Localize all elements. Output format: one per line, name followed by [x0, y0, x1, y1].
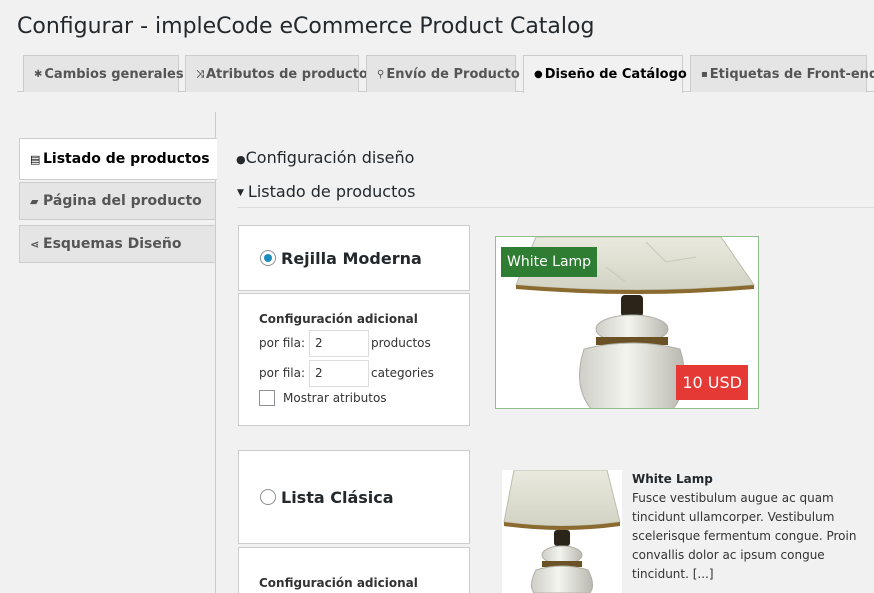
sidebar-item-product-listing[interactable]: ▤ Listado de productos — [19, 138, 217, 180]
share-icon: ⋖ — [30, 237, 40, 251]
tab-attributes[interactable]: ⤨ Atributos de producto — [185, 55, 368, 92]
show-attributes-label: Mostrar atributos — [283, 391, 387, 405]
price-badge: 10 USD — [676, 365, 748, 400]
categories-unit-label: categories — [371, 366, 434, 380]
comment-icon: ▪ — [701, 68, 708, 80]
layout-option-modern-grid[interactable]: Rejilla Moderna — [238, 225, 470, 291]
sidebar-item-product-page[interactable]: ▰ Página del producto — [19, 182, 216, 220]
layout-option-classic-list[interactable]: Lista Clásica — [238, 450, 470, 544]
list-icon: ▤ — [30, 152, 41, 166]
per-row-label: por fila: — [259, 336, 305, 350]
modern-grid-radio[interactable] — [260, 250, 276, 266]
gear-icon: ✱ — [34, 68, 43, 80]
list-product-text: White Lamp Fusce vestibulum augue ac qua… — [632, 470, 862, 584]
list-product-description: Fusce vestibulum augue ac quam tincidunt… — [632, 491, 857, 581]
per-row-label: por fila: — [259, 366, 305, 380]
modern-grid-label: Rejilla Moderna — [281, 248, 422, 268]
tab-shipping[interactable]: ⚲ Envío de Producto — [366, 55, 520, 92]
categories-per-row-input[interactable] — [309, 359, 369, 387]
classic-list-settings: Configuración adicional — [238, 547, 470, 593]
product-name-badge: White Lamp — [501, 247, 598, 277]
classic-list-label: Lista Clásica — [281, 487, 394, 507]
sidebar-item-design-schemes[interactable]: ⋖ Esquemas Diseño — [19, 225, 216, 263]
palette-icon: ● — [236, 153, 246, 166]
products-per-row-input[interactable] — [309, 329, 369, 357]
page-title: Configurar - impleCode eCommerce Product… — [17, 14, 595, 39]
subsection-title[interactable]: ▼ Listado de productos — [237, 182, 874, 208]
modern-grid-settings: Configuración adicional por fila: produc… — [238, 293, 470, 426]
settings-tabs: ✱ Cambios generales ⤨ Atributos de product… — [17, 55, 874, 93]
list-lamp-image — [502, 470, 622, 593]
show-attributes-checkbox[interactable] — [259, 390, 275, 406]
tab-frontend-labels[interactable]: ▪ Etiquetas de Front-end — [690, 55, 874, 92]
settings-heading: Configuración adicional — [259, 576, 418, 590]
section-title: ●Configuración diseño — [236, 148, 415, 167]
tab-catalog-design[interactable]: ● Diseño de Catálogo — [523, 55, 687, 93]
modern-grid-preview: White Lamp 10 USD — [495, 236, 759, 409]
design-sidebar: ▤ Listado de productos ▰ Página del produc… — [19, 112, 217, 593]
page-icon: ▰ — [30, 194, 39, 208]
tab-general[interactable]: ✱ Cambios generales — [23, 55, 184, 92]
triangle-down-icon: ▼ — [237, 188, 244, 198]
settings-heading: Configuración adicional — [259, 312, 418, 326]
list-product-name: White Lamp — [632, 472, 713, 486]
palette-icon: ● — [534, 69, 543, 80]
map-pin-icon: ⚲ — [377, 68, 385, 80]
shuffle-icon: ⤨ — [196, 68, 204, 80]
products-unit-label: productos — [371, 336, 431, 350]
classic-list-radio[interactable] — [260, 489, 276, 505]
